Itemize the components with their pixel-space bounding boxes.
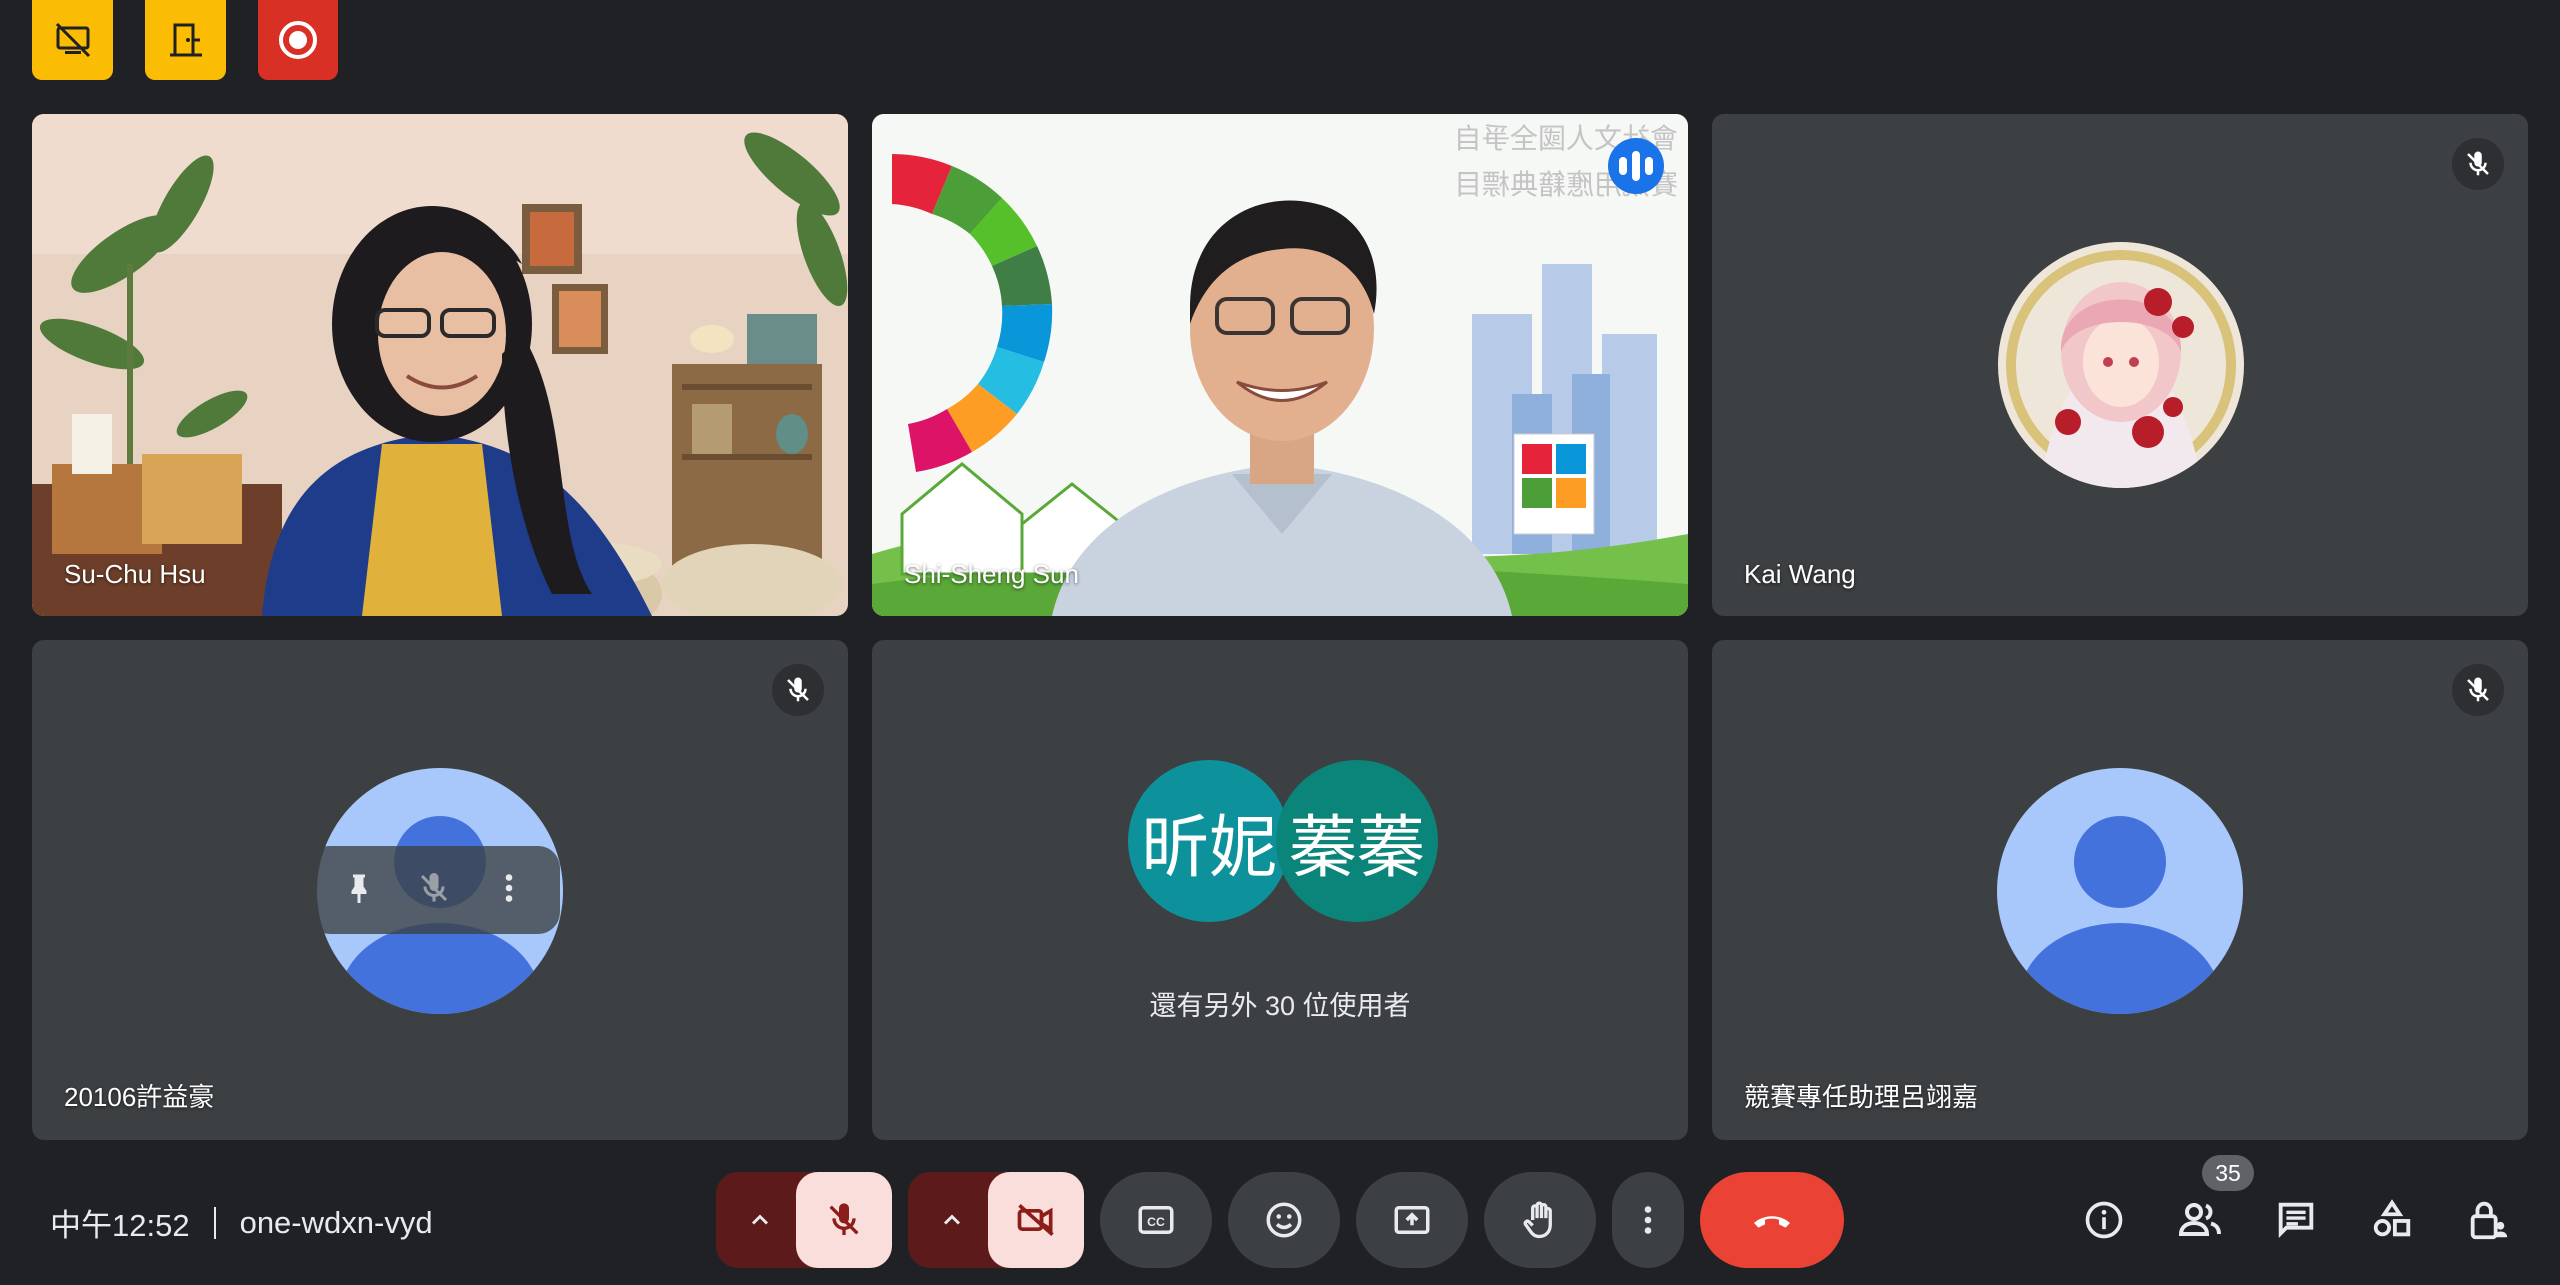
captions-button[interactable]: CC [1100,1172,1212,1268]
participant-name: Shi-Sheng Sun [904,559,1079,589]
more-options-button[interactable] [1612,1172,1684,1268]
host-controls-icon [169,23,202,57]
participant-video: 會社文人國全爭自 賽競用應籍典標目 [872,114,1688,616]
participant-name: Kai Wang [1744,559,1856,589]
lock-person-icon [2470,1201,2508,1240]
raise-hand-button[interactable] [1484,1172,1596,1268]
others-count-label: 還有另外 30 位使用者 [1149,991,1411,1021]
meeting-info: 中午12:52 one-wdxn-vyd [50,1200,433,1245]
more-options-icon[interactable] [491,870,527,911]
camera-toggle-button[interactable] [988,1172,1084,1268]
mute-participant-icon[interactable] [416,870,452,911]
mic-off-icon [829,1203,859,1235]
recording-icon [279,21,317,59]
leave-call-button[interactable] [1700,1172,1844,1268]
participant-video [32,114,848,616]
divider [213,1206,216,1239]
participant-count-badge: 35 [2202,1155,2254,1191]
participant-name: 競賽專任助理呂翊嘉 [1744,1082,1979,1112]
no-screen-share-indicator[interactable] [32,0,113,80]
mic-muted-icon [2452,664,2504,716]
avatar-initials: 昕妮 [1128,760,1290,922]
camera-off-icon [1017,1203,1054,1237]
participant-tile-contest-assistant[interactable]: 競賽專任助理呂翊嘉 [1712,640,2528,1140]
no-screen-share-icon [55,22,90,58]
info-icon [2085,1201,2123,1239]
people-button[interactable] [2170,1190,2230,1250]
meeting-code[interactable]: one-wdxn-vyd [240,1205,433,1241]
emoji-icon [1266,1202,1302,1238]
chat-button[interactable] [2266,1190,2326,1250]
svg-text:CC: CC [1147,1215,1165,1229]
participant-tile-kai-wang[interactable]: Kai Wang [1712,114,2528,616]
participant-tile-su-chu-hsu[interactable]: Su-Chu Hsu [32,114,848,616]
closed-captions-icon: CC [1138,1206,1174,1234]
pin-icon[interactable] [341,870,377,911]
hang-up-icon [1754,1216,1790,1228]
microphone-toggle-button[interactable] [796,1172,892,1268]
meeting-time: 中午12:52 [50,1208,190,1243]
chat-icon [2278,1202,2314,1239]
activities-button[interactable] [2362,1190,2422,1250]
reactions-button[interactable] [1228,1172,1340,1268]
participant-name: Su-Chu Hsu [64,559,206,589]
more-vert-icon [1644,1206,1652,1234]
present-screen-icon [1394,1206,1430,1234]
participant-name: 20106許益豪 [64,1082,215,1112]
chevron-up-icon [943,1214,961,1225]
activities-shapes-icon [2373,1199,2411,1237]
host-controls-button[interactable] [2458,1190,2518,1250]
avatar [1997,768,2243,1014]
avatar [1998,242,2244,488]
tile-hover-controls [308,846,560,934]
mic-muted-icon [772,664,824,716]
raise-hand-icon [1523,1201,1552,1239]
participant-tile-shi-sheng-sun[interactable]: 會社文人國全爭自 賽競用應籍典標目 Shi-Sheng Sun [872,114,1688,616]
recording-indicator[interactable] [258,0,338,80]
host-controls-indicator[interactable] [145,0,226,80]
participant-tile-others[interactable] [872,640,1688,1140]
people-icon [2178,1203,2221,1236]
present-button[interactable] [1356,1172,1468,1268]
mic-muted-icon [2452,138,2504,190]
top-indicators [32,0,338,80]
chevron-up-icon [751,1214,769,1225]
meeting-details-button[interactable] [2074,1190,2134,1250]
avatar-initials: 蓁蓁 [1276,760,1438,922]
speaking-indicator-icon [1608,138,1664,194]
